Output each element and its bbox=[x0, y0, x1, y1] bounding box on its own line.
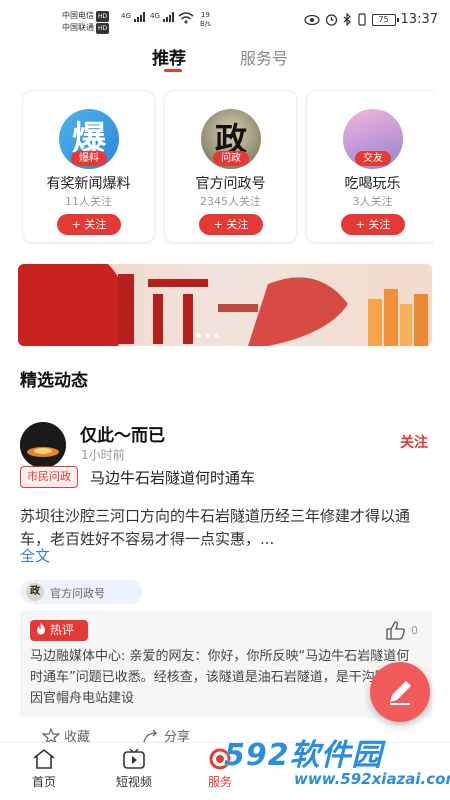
card-fans: 2345人关注 bbox=[200, 195, 261, 208]
watermark-logo: 592软件园 bbox=[224, 738, 383, 773]
card-tag: 问政 bbox=[213, 151, 249, 166]
section-title: 精选动态 bbox=[20, 371, 88, 391]
follow-author-button[interactable]: 关注 bbox=[400, 432, 428, 452]
card-tag: 爆料 bbox=[71, 151, 107, 166]
signal-bars-icon bbox=[163, 12, 174, 22]
card-fans: 11人关注 bbox=[65, 195, 112, 208]
nav-video-label: 短视频 bbox=[115, 775, 152, 789]
top-tabs: 推荐 服务号 bbox=[0, 42, 450, 72]
card-name: 官方问政号 bbox=[195, 176, 266, 192]
banner-image bbox=[18, 264, 432, 346]
follow-button[interactable]: + 关注 bbox=[199, 214, 263, 235]
vibrate-icon bbox=[357, 13, 366, 26]
hot-comment-badge: 热评 bbox=[30, 620, 88, 641]
nav-home-label: 首页 bbox=[31, 775, 56, 789]
card-name: 有奖新闻爆料 bbox=[46, 176, 131, 192]
service-card[interactable]: 交友 吃喝玩乐 3人关注 + 关注 bbox=[306, 90, 434, 243]
nav-home[interactable]: 首页 bbox=[14, 747, 74, 790]
source-label: 官方问政号 bbox=[50, 587, 105, 600]
site-watermark: 592软件园 www.592xiazai.com bbox=[224, 730, 450, 800]
battery-icon: 75 bbox=[371, 13, 399, 26]
like-count: 0 bbox=[411, 623, 418, 637]
follow-button[interactable]: + 关注 bbox=[341, 214, 405, 235]
service-account-carousel[interactable]: 爆 爆料 有奖新闻爆料 11人关注 + 关注 政 问政 官方问政号 2345人关… bbox=[22, 90, 434, 245]
eye-icon bbox=[303, 14, 320, 25]
active-tab-indicator bbox=[164, 69, 182, 72]
compose-fab[interactable] bbox=[370, 662, 430, 722]
hot-comment-label: 热评 bbox=[49, 623, 74, 637]
author-name[interactable]: 仅此～而已 bbox=[80, 421, 165, 446]
topic-tag[interactable]: 市民问政 bbox=[20, 466, 78, 488]
tab-recommend[interactable]: 推荐 bbox=[152, 44, 186, 69]
banner-pagination bbox=[196, 333, 219, 338]
thumbs-up-icon bbox=[386, 621, 405, 640]
promo-banner[interactable] bbox=[18, 264, 432, 346]
banner-dot bbox=[205, 333, 210, 338]
hd-badge: HD bbox=[96, 23, 110, 34]
banner-dot bbox=[196, 333, 201, 338]
comment-author: 马边融媒体中心: bbox=[30, 649, 126, 664]
author-avatar[interactable] bbox=[20, 422, 66, 468]
banner-dot bbox=[214, 333, 219, 338]
watermark-url: www.592xiazai.com bbox=[294, 770, 450, 788]
edit-pencil-icon bbox=[390, 681, 411, 705]
follow-button[interactable]: + 关注 bbox=[57, 214, 121, 235]
signal-2-icon: 4G bbox=[150, 12, 160, 20]
signal-bars-icon bbox=[134, 12, 145, 22]
carrier-info: 中国电信 HD 中国联通 HD bbox=[62, 10, 110, 34]
post-time: 1小时前 bbox=[81, 448, 125, 462]
hot-comment-text: 马边融媒体中心: 亲爱的网友：你好，你所反映“马边牛石岩隧道何时通车”问题已收悉… bbox=[30, 646, 422, 709]
service-card[interactable]: 爆 爆料 有奖新闻爆料 11人关注 + 关注 bbox=[22, 90, 155, 243]
status-right: 75 13:37 bbox=[303, 12, 438, 27]
clock: 13:37 bbox=[400, 12, 438, 27]
alarm-icon bbox=[325, 14, 337, 26]
source-icon: 政 bbox=[26, 583, 44, 601]
home-icon bbox=[33, 748, 55, 769]
carrier-1: 中国电信 bbox=[62, 11, 94, 20]
signal-1-icon: 4G bbox=[121, 12, 131, 20]
net-speed: 19 B/s bbox=[200, 11, 211, 28]
carrier-2: 中国联通 bbox=[62, 23, 94, 32]
card-tag: 交友 bbox=[355, 151, 391, 166]
tab-service-account[interactable]: 服务号 bbox=[240, 45, 288, 69]
video-icon bbox=[123, 748, 145, 769]
wifi-icon bbox=[178, 12, 194, 24]
fire-icon bbox=[37, 623, 45, 635]
like-button[interactable]: 0 bbox=[385, 620, 418, 640]
status-bar: 中国电信 HD 中国联通 HD 4G 4G 19 B/s 75 13:37 bbox=[0, 0, 450, 40]
source-pill[interactable]: 政 官方问政号 bbox=[20, 580, 142, 604]
service-card[interactable]: 政 问政 官方问政号 2345人关注 + 关注 bbox=[164, 90, 297, 243]
card-fans: 3人关注 bbox=[352, 195, 393, 208]
bluetooth-icon bbox=[343, 13, 351, 26]
read-full-link[interactable]: 全文 bbox=[20, 545, 50, 566]
nav-short-video[interactable]: 短视频 bbox=[104, 747, 164, 790]
hd-badge: HD bbox=[96, 11, 110, 22]
card-name: 吃喝玩乐 bbox=[344, 176, 401, 192]
post-body[interactable]: 苏坝往沙腔三河口方向的牛石岩隧道历经三年修建才得以通车，老百姓好不容易才得一点实… bbox=[20, 505, 432, 551]
topic-title[interactable]: 马边牛石岩隧道何时通车 bbox=[90, 467, 255, 488]
